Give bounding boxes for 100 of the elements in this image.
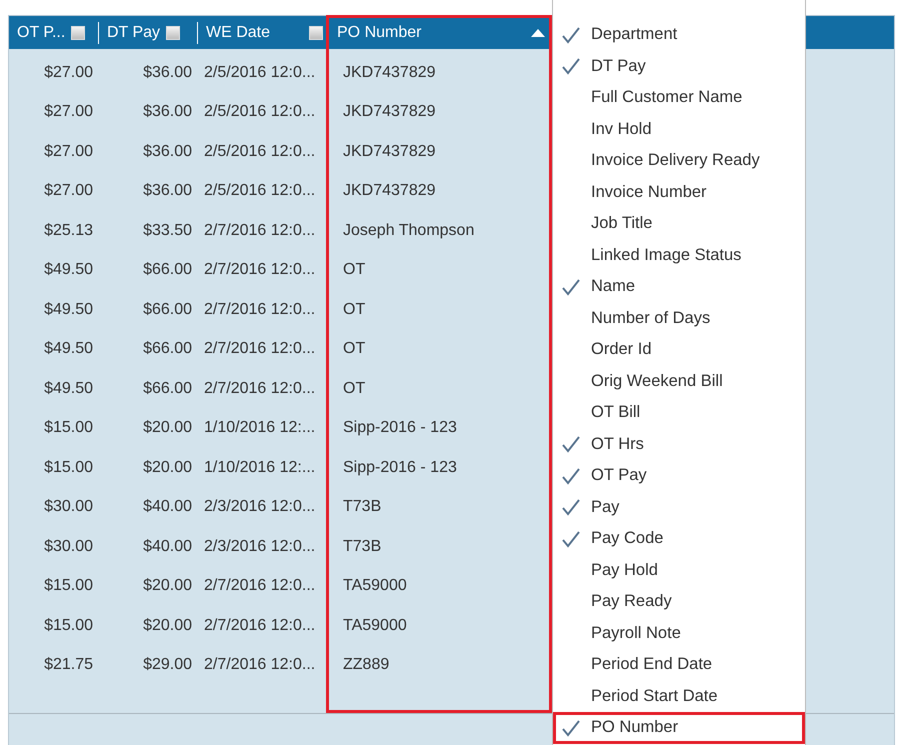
table-cell-text: $66.00 <box>142 378 193 399</box>
check-icon <box>561 466 581 485</box>
table-cell-text: JKD7437829 <box>342 102 437 122</box>
check-icon <box>561 57 581 76</box>
table-cell-text: 2/5/2016 12:0... <box>203 142 316 162</box>
menu-item[interactable]: DT Pay <box>553 50 805 82</box>
menu-item[interactable]: Order Id <box>553 334 805 366</box>
table-cell-text: $25.13 <box>43 220 94 241</box>
menu-item[interactable]: PO Number <box>553 712 805 744</box>
table-cell-text: 2/7/2016 12:0... <box>203 220 316 241</box>
menu-item[interactable]: Linked Image Status <box>553 240 805 271</box>
table-cell-text: $20.00 <box>142 576 193 596</box>
table-cell-text: 2/7/2016 12:0... <box>203 300 316 320</box>
table-cell-text: $27.00 <box>43 181 94 202</box>
table-cell-text: $15.00 <box>43 616 94 636</box>
menu-item[interactable]: Department <box>553 19 805 50</box>
table-cell-text: $29.00 <box>142 655 193 676</box>
table-cell-text: $66.00 <box>142 339 193 360</box>
table-cell-text: TA59000 <box>342 576 408 596</box>
table-cell-text: 2/5/2016 12:0... <box>203 102 316 122</box>
table-cell-text: $49.50 <box>43 300 94 320</box>
table-cell-text: $21.75 <box>43 655 94 676</box>
table-cell-text: 2/5/2016 12:0... <box>203 62 316 83</box>
column-header[interactable]: WE Date <box>198 16 329 49</box>
menu-item[interactable]: Pay Code <box>553 523 805 554</box>
menu-item[interactable]: Number of Days <box>553 302 805 334</box>
table-cell-text: 2/5/2016 12:0... <box>203 181 316 202</box>
menu-item[interactable]: OT Bill <box>553 397 805 428</box>
filter-icon[interactable] <box>71 26 86 40</box>
table-cell-text: 2/3/2016 12:0... <box>203 497 316 518</box>
table-cell-text: $40.00 <box>142 497 193 518</box>
table-cell-text: $30.00 <box>43 497 94 518</box>
column-header[interactable]: PO Number <box>329 16 551 49</box>
table-cell-text: $49.50 <box>43 378 94 399</box>
table-cell-text: JKD7437829 <box>342 181 437 202</box>
check-icon <box>561 26 581 44</box>
check-icon <box>561 498 581 516</box>
table-cell-text: 2/7/2016 12:0... <box>203 378 316 399</box>
check-icon <box>561 718 581 737</box>
table-cell-text: $15.00 <box>43 576 94 596</box>
table-cell-text: OT <box>342 260 366 280</box>
table-cell-text: JKD7437829 <box>342 62 437 83</box>
table-cell-text: 2/7/2016 12:0... <box>203 260 316 280</box>
menu-item[interactable]: Payroll Note <box>553 618 805 649</box>
table-cell-text: OT <box>342 339 366 360</box>
table-cell-text: $40.00 <box>142 536 193 557</box>
table-cell-text: 1/10/2016 12:... <box>203 458 316 478</box>
table-cell-text: $36.00 <box>142 102 193 122</box>
menu-item[interactable]: Period Start Date <box>553 680 805 712</box>
table-cell-text: $36.00 <box>142 181 193 202</box>
table-cell-text: $36.00 <box>142 62 193 83</box>
table-cell-text: $49.50 <box>43 260 94 280</box>
column-header[interactable]: OT P... <box>9 16 98 49</box>
table-cell-text: $15.00 <box>43 458 94 478</box>
table-cell-text: $27.00 <box>43 142 94 162</box>
menu-item[interactable]: Name <box>553 271 805 302</box>
table-cell-text: Joseph Thompson <box>342 220 476 241</box>
table-cell-text: 2/7/2016 12:0... <box>203 616 316 636</box>
table-cell-text: ZZ889 <box>342 655 390 676</box>
table-cell-text: $66.00 <box>142 300 193 320</box>
menu-item[interactable]: Inv Hold <box>553 114 805 145</box>
table-cell-text: $20.00 <box>142 616 193 636</box>
filter-icon[interactable] <box>309 26 323 40</box>
table-cell-text: Sipp-2016 - 123 <box>342 458 458 478</box>
table-cell-text: $20.00 <box>142 418 193 438</box>
menu-item[interactable]: Invoice Number <box>553 176 805 208</box>
menu-item[interactable]: OT Pay <box>553 460 805 492</box>
table-cell-text: $27.00 <box>43 62 94 83</box>
check-icon <box>561 530 581 548</box>
table-cell-text: OT <box>342 378 366 399</box>
table-cell-text: 2/7/2016 12:0... <box>203 576 316 596</box>
table-cell-text: $15.00 <box>43 418 94 438</box>
column-header[interactable]: DT Pay <box>99 16 197 49</box>
menu-item[interactable]: Period End Date <box>553 649 805 680</box>
table-cell-text: OT <box>342 300 366 320</box>
table-cell-text: $36.00 <box>142 142 193 162</box>
menu-item[interactable]: Full Customer Name <box>553 82 805 114</box>
menu-item[interactable]: Pay Hold <box>553 554 805 586</box>
table-cell-text: JKD7437829 <box>342 142 437 162</box>
table-cell-text: $33.50 <box>142 220 193 241</box>
menu-item[interactable]: Orig Weekend Bill <box>553 366 805 397</box>
table-cell-text: $66.00 <box>142 260 193 280</box>
table-cell-text: $27.00 <box>43 102 94 122</box>
table-cell-text: 2/3/2016 12:0... <box>203 536 316 557</box>
table-cell-text: $30.00 <box>43 536 94 557</box>
filter-icon[interactable] <box>166 26 180 40</box>
table-cell-text: 1/10/2016 12:... <box>203 418 316 438</box>
table-cell-text: T73B <box>342 536 382 557</box>
table-cell-text: $20.00 <box>142 458 193 478</box>
table-cell-text: Sipp-2016 - 123 <box>342 418 458 438</box>
menu-item[interactable]: OT Hrs <box>553 428 805 460</box>
table-cell-text: T73B <box>342 497 382 518</box>
menu-item[interactable]: Job Title <box>553 208 805 240</box>
table-cell-text: TA59000 <box>342 616 408 636</box>
table-cell-text: 2/7/2016 12:0... <box>203 339 316 360</box>
table-cell-text: $49.50 <box>43 339 94 360</box>
menu-item[interactable]: Pay <box>553 492 805 523</box>
check-icon <box>561 278 581 296</box>
menu-item[interactable]: Pay Ready <box>553 586 805 618</box>
menu-item[interactable]: Invoice Delivery Ready <box>553 145 805 176</box>
